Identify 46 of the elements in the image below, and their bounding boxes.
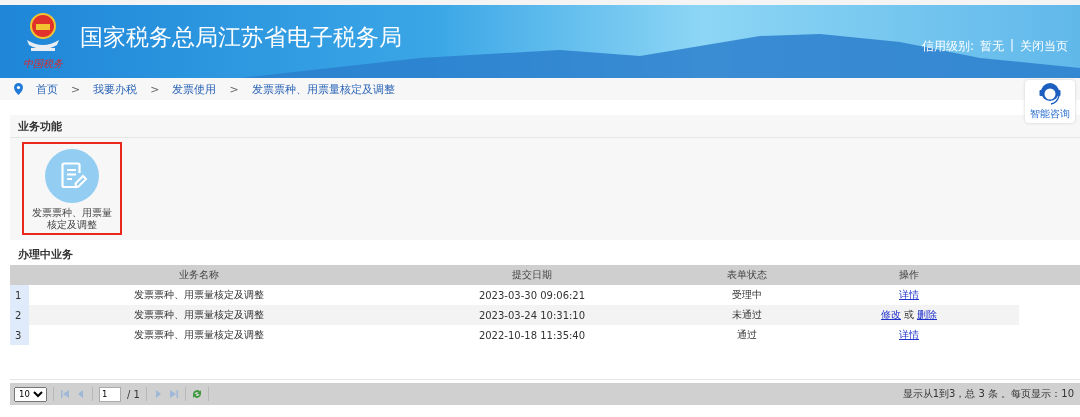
credit-label: 信用级别: — [921, 38, 974, 55]
credit-value: 暂无 — [979, 38, 1004, 55]
row-number: 3 — [10, 325, 29, 345]
form-edit-icon — [45, 149, 99, 203]
row-number: 2 — [10, 305, 29, 325]
action-link[interactable]: 删除 — [917, 308, 937, 322]
section-title: 办理中业务 — [17, 247, 74, 263]
logo-caption: 中国税务 — [23, 57, 63, 71]
breadcrumb-separator: > — [229, 82, 239, 96]
last-page-icon[interactable] — [168, 389, 179, 399]
refresh-icon[interactable] — [191, 389, 202, 399]
column-header: 表单状态 — [695, 265, 799, 285]
function-tile[interactable]: 发票票种、用票量核定及调整 — [22, 142, 122, 235]
table-cell: 通过 — [695, 325, 799, 345]
row-number: 1 — [10, 285, 29, 305]
total-pages-text: / 1 — [127, 388, 140, 400]
breadcrumb-link[interactable]: 首页 — [36, 81, 58, 97]
column-header: 提交日期 — [369, 265, 695, 285]
page-size-select[interactable]: 10 — [14, 386, 47, 402]
separator-text: | — [1009, 38, 1014, 54]
breadcrumb-link[interactable]: 发票票种、用票量核定及调整 — [251, 81, 395, 97]
first-page-icon[interactable] — [60, 389, 70, 399]
breadcrumb-link[interactable]: 我要办税 — [93, 81, 138, 97]
conjunction-text: 或 — [904, 308, 914, 322]
column-header: 业务名称 — [29, 265, 369, 285]
table-cell: 发票票种、用票量核定及调整 — [29, 285, 369, 305]
action-link[interactable]: 详情 — [899, 288, 919, 302]
pager-summary: 显示从1到3，总 3 条 。每页显示：10 — [902, 387, 1074, 401]
table-cell: 2023-03-30 09:06:21 — [369, 285, 695, 305]
table-cell: 受理中 — [695, 285, 799, 305]
table-cell: 发票票种、用票量核定及调整 — [29, 325, 369, 345]
table-cell: 2022-10-18 11:35:40 — [369, 325, 695, 345]
page-number-field[interactable]: 1 — [99, 386, 121, 402]
action-link[interactable]: 修改 — [881, 308, 901, 322]
table-cell: 2023-03-24 10:31:10 — [369, 305, 695, 325]
breadcrumb-link[interactable]: 发票使用 — [172, 81, 217, 97]
breadcrumb-separator: > — [150, 82, 160, 96]
column-header: 操作 — [799, 265, 1019, 285]
location-pin-icon — [14, 83, 23, 95]
site-title: 国家税务总局江苏省电子税务局 — [80, 23, 402, 52]
headset-agent-icon — [1039, 82, 1061, 106]
previous-page-icon[interactable] — [76, 389, 86, 399]
action-link[interactable]: 详情 — [899, 328, 919, 342]
table-cell: 未通过 — [695, 305, 799, 325]
breadcrumb-separator: > — [71, 82, 81, 96]
table-cell: 发票票种、用票量核定及调整 — [29, 305, 369, 325]
